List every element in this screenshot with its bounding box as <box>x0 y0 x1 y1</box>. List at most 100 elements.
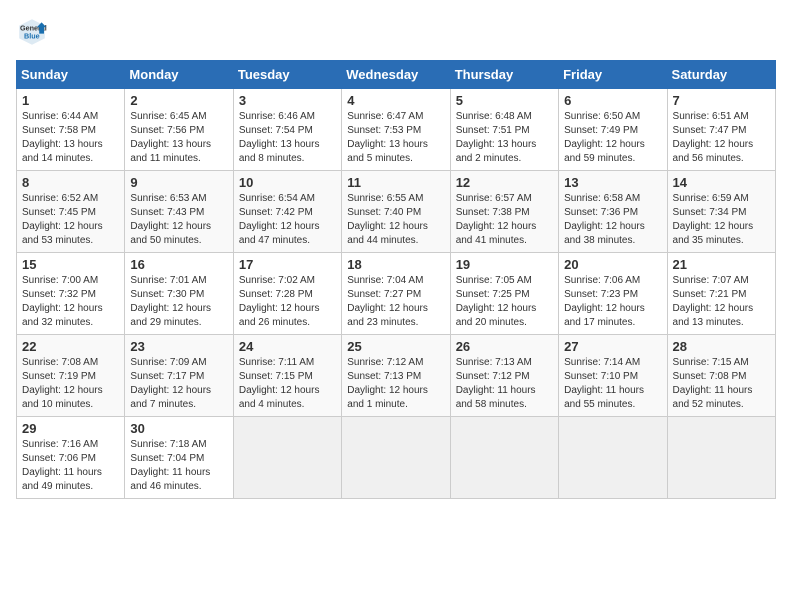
day-info: Sunrise: 7:14 AMSunset: 7:10 PMDaylight:… <box>564 356 661 412</box>
day-info: Sunrise: 7:08 AMSunset: 7:19 PMDaylight:… <box>22 356 119 412</box>
day-info: Sunrise: 6:54 AMSunset: 7:42 PMDaylight:… <box>239 192 336 248</box>
calendar-week-row: 22 Sunrise: 7:08 AMSunset: 7:19 PMDaylig… <box>17 335 776 417</box>
day-info: Sunrise: 7:13 AMSunset: 7:12 PMDaylight:… <box>456 356 553 412</box>
day-info: Sunrise: 7:09 AMSunset: 7:17 PMDaylight:… <box>130 356 227 412</box>
calendar-cell <box>233 417 341 499</box>
page-header: General Blue <box>16 16 776 48</box>
weekday-header-sunday: Sunday <box>17 61 125 89</box>
day-info: Sunrise: 6:46 AMSunset: 7:54 PMDaylight:… <box>239 110 336 166</box>
day-number: 22 <box>22 339 119 354</box>
day-info: Sunrise: 7:05 AMSunset: 7:25 PMDaylight:… <box>456 274 553 330</box>
day-number: 17 <box>239 257 336 272</box>
weekday-header-row: SundayMondayTuesdayWednesdayThursdayFrid… <box>17 61 776 89</box>
day-number: 19 <box>456 257 553 272</box>
day-number: 3 <box>239 93 336 108</box>
day-info: Sunrise: 7:07 AMSunset: 7:21 PMDaylight:… <box>673 274 770 330</box>
weekday-header-tuesday: Tuesday <box>233 61 341 89</box>
day-number: 27 <box>564 339 661 354</box>
day-number: 29 <box>22 421 119 436</box>
day-number: 30 <box>130 421 227 436</box>
day-number: 14 <box>673 175 770 190</box>
calendar-cell: 25 Sunrise: 7:12 AMSunset: 7:13 PMDaylig… <box>342 335 450 417</box>
day-info: Sunrise: 7:06 AMSunset: 7:23 PMDaylight:… <box>564 274 661 330</box>
day-info: Sunrise: 6:57 AMSunset: 7:38 PMDaylight:… <box>456 192 553 248</box>
calendar-table: SundayMondayTuesdayWednesdayThursdayFrid… <box>16 60 776 499</box>
day-info: Sunrise: 7:15 AMSunset: 7:08 PMDaylight:… <box>673 356 770 412</box>
calendar-cell: 5 Sunrise: 6:48 AMSunset: 7:51 PMDayligh… <box>450 89 558 171</box>
day-number: 18 <box>347 257 444 272</box>
calendar-cell <box>342 417 450 499</box>
day-info: Sunrise: 6:59 AMSunset: 7:34 PMDaylight:… <box>673 192 770 248</box>
calendar-cell: 18 Sunrise: 7:04 AMSunset: 7:27 PMDaylig… <box>342 253 450 335</box>
calendar-cell: 6 Sunrise: 6:50 AMSunset: 7:49 PMDayligh… <box>559 89 667 171</box>
weekday-header-wednesday: Wednesday <box>342 61 450 89</box>
day-info: Sunrise: 6:58 AMSunset: 7:36 PMDaylight:… <box>564 192 661 248</box>
calendar-week-row: 1 Sunrise: 6:44 AMSunset: 7:58 PMDayligh… <box>17 89 776 171</box>
day-info: Sunrise: 7:01 AMSunset: 7:30 PMDaylight:… <box>130 274 227 330</box>
day-number: 24 <box>239 339 336 354</box>
day-info: Sunrise: 6:52 AMSunset: 7:45 PMDaylight:… <box>22 192 119 248</box>
day-info: Sunrise: 7:16 AMSunset: 7:06 PMDaylight:… <box>22 438 119 494</box>
calendar-cell: 16 Sunrise: 7:01 AMSunset: 7:30 PMDaylig… <box>125 253 233 335</box>
calendar-cell <box>559 417 667 499</box>
weekday-header-saturday: Saturday <box>667 61 775 89</box>
day-number: 21 <box>673 257 770 272</box>
calendar-cell: 9 Sunrise: 6:53 AMSunset: 7:43 PMDayligh… <box>125 171 233 253</box>
calendar-cell: 27 Sunrise: 7:14 AMSunset: 7:10 PMDaylig… <box>559 335 667 417</box>
logo: General Blue <box>16 16 52 48</box>
calendar-cell: 10 Sunrise: 6:54 AMSunset: 7:42 PMDaylig… <box>233 171 341 253</box>
calendar-cell: 3 Sunrise: 6:46 AMSunset: 7:54 PMDayligh… <box>233 89 341 171</box>
calendar-cell: 13 Sunrise: 6:58 AMSunset: 7:36 PMDaylig… <box>559 171 667 253</box>
calendar-week-row: 29 Sunrise: 7:16 AMSunset: 7:06 PMDaylig… <box>17 417 776 499</box>
calendar-cell: 24 Sunrise: 7:11 AMSunset: 7:15 PMDaylig… <box>233 335 341 417</box>
day-number: 28 <box>673 339 770 354</box>
day-info: Sunrise: 6:47 AMSunset: 7:53 PMDaylight:… <box>347 110 444 166</box>
day-info: Sunrise: 6:53 AMSunset: 7:43 PMDaylight:… <box>130 192 227 248</box>
day-number: 4 <box>347 93 444 108</box>
calendar-cell: 14 Sunrise: 6:59 AMSunset: 7:34 PMDaylig… <box>667 171 775 253</box>
day-info: Sunrise: 6:50 AMSunset: 7:49 PMDaylight:… <box>564 110 661 166</box>
logo-icon: General Blue <box>16 16 48 48</box>
calendar-cell: 1 Sunrise: 6:44 AMSunset: 7:58 PMDayligh… <box>17 89 125 171</box>
day-number: 7 <box>673 93 770 108</box>
calendar-cell: 22 Sunrise: 7:08 AMSunset: 7:19 PMDaylig… <box>17 335 125 417</box>
day-number: 9 <box>130 175 227 190</box>
day-number: 10 <box>239 175 336 190</box>
calendar-cell: 19 Sunrise: 7:05 AMSunset: 7:25 PMDaylig… <box>450 253 558 335</box>
day-number: 6 <box>564 93 661 108</box>
day-info: Sunrise: 7:00 AMSunset: 7:32 PMDaylight:… <box>22 274 119 330</box>
calendar-cell: 4 Sunrise: 6:47 AMSunset: 7:53 PMDayligh… <box>342 89 450 171</box>
calendar-cell: 21 Sunrise: 7:07 AMSunset: 7:21 PMDaylig… <box>667 253 775 335</box>
day-number: 1 <box>22 93 119 108</box>
calendar-cell: 28 Sunrise: 7:15 AMSunset: 7:08 PMDaylig… <box>667 335 775 417</box>
calendar-cell: 23 Sunrise: 7:09 AMSunset: 7:17 PMDaylig… <box>125 335 233 417</box>
calendar-cell: 12 Sunrise: 6:57 AMSunset: 7:38 PMDaylig… <box>450 171 558 253</box>
day-info: Sunrise: 6:55 AMSunset: 7:40 PMDaylight:… <box>347 192 444 248</box>
day-number: 23 <box>130 339 227 354</box>
calendar-week-row: 15 Sunrise: 7:00 AMSunset: 7:32 PMDaylig… <box>17 253 776 335</box>
day-number: 13 <box>564 175 661 190</box>
calendar-cell: 30 Sunrise: 7:18 AMSunset: 7:04 PMDaylig… <box>125 417 233 499</box>
calendar-cell: 17 Sunrise: 7:02 AMSunset: 7:28 PMDaylig… <box>233 253 341 335</box>
svg-text:Blue: Blue <box>24 31 40 40</box>
day-number: 11 <box>347 175 444 190</box>
day-info: Sunrise: 7:11 AMSunset: 7:15 PMDaylight:… <box>239 356 336 412</box>
day-number: 5 <box>456 93 553 108</box>
calendar-cell: 2 Sunrise: 6:45 AMSunset: 7:56 PMDayligh… <box>125 89 233 171</box>
calendar-cell: 20 Sunrise: 7:06 AMSunset: 7:23 PMDaylig… <box>559 253 667 335</box>
day-number: 2 <box>130 93 227 108</box>
day-number: 25 <box>347 339 444 354</box>
day-info: Sunrise: 7:12 AMSunset: 7:13 PMDaylight:… <box>347 356 444 412</box>
day-number: 26 <box>456 339 553 354</box>
calendar-week-row: 8 Sunrise: 6:52 AMSunset: 7:45 PMDayligh… <box>17 171 776 253</box>
day-info: Sunrise: 6:45 AMSunset: 7:56 PMDaylight:… <box>130 110 227 166</box>
day-info: Sunrise: 7:04 AMSunset: 7:27 PMDaylight:… <box>347 274 444 330</box>
weekday-header-thursday: Thursday <box>450 61 558 89</box>
day-info: Sunrise: 7:02 AMSunset: 7:28 PMDaylight:… <box>239 274 336 330</box>
calendar-cell: 11 Sunrise: 6:55 AMSunset: 7:40 PMDaylig… <box>342 171 450 253</box>
day-number: 15 <box>22 257 119 272</box>
day-info: Sunrise: 7:18 AMSunset: 7:04 PMDaylight:… <box>130 438 227 494</box>
day-number: 8 <box>22 175 119 190</box>
day-info: Sunrise: 6:44 AMSunset: 7:58 PMDaylight:… <box>22 110 119 166</box>
weekday-header-monday: Monday <box>125 61 233 89</box>
